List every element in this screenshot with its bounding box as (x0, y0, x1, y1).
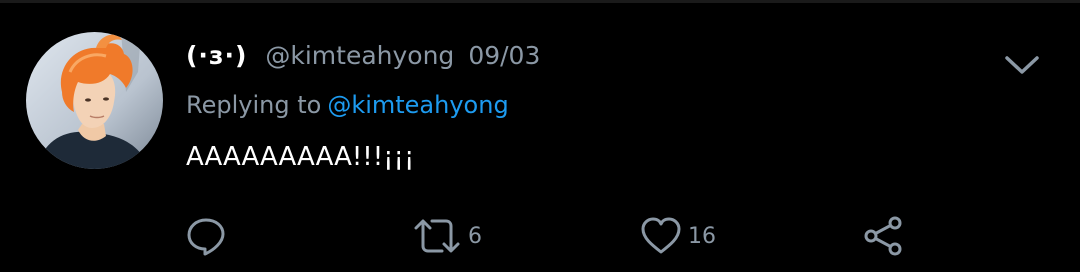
like-button[interactable]: 16 (640, 214, 716, 258)
reply-button[interactable] (186, 214, 232, 258)
replying-to-handle-link[interactable]: @kimteahyong (327, 91, 508, 119)
tweet-text: AAAAAAAAA!!!¡¡¡ (186, 142, 415, 172)
chevron-down-icon (1005, 56, 1039, 74)
tweet-date[interactable]: 09/03 (468, 41, 540, 70)
replying-to-label: Replying to (186, 91, 322, 119)
avatar[interactable] (26, 32, 163, 169)
replying-to: Replying to @kimteahyong (186, 88, 509, 122)
more-options-button[interactable] (1000, 48, 1044, 82)
retweet-icon (414, 219, 460, 253)
avatar-image (26, 32, 163, 169)
reply-icon (187, 218, 225, 256)
like-count: 16 (688, 223, 716, 249)
heart-icon (641, 217, 681, 254)
retweet-count: 6 (468, 223, 482, 249)
share-icon (864, 216, 902, 256)
display-name[interactable]: (·з·) (186, 41, 247, 70)
share-button[interactable] (862, 214, 906, 258)
tweet-header: (·з·) @kimteahyong 09/03 (186, 38, 540, 72)
retweet-button[interactable]: 6 (412, 214, 482, 258)
tweet[interactable]: (·з·) @kimteahyong 09/03 Replying to @ki… (0, 0, 1080, 272)
user-handle[interactable]: @kimteahyong (265, 41, 454, 70)
